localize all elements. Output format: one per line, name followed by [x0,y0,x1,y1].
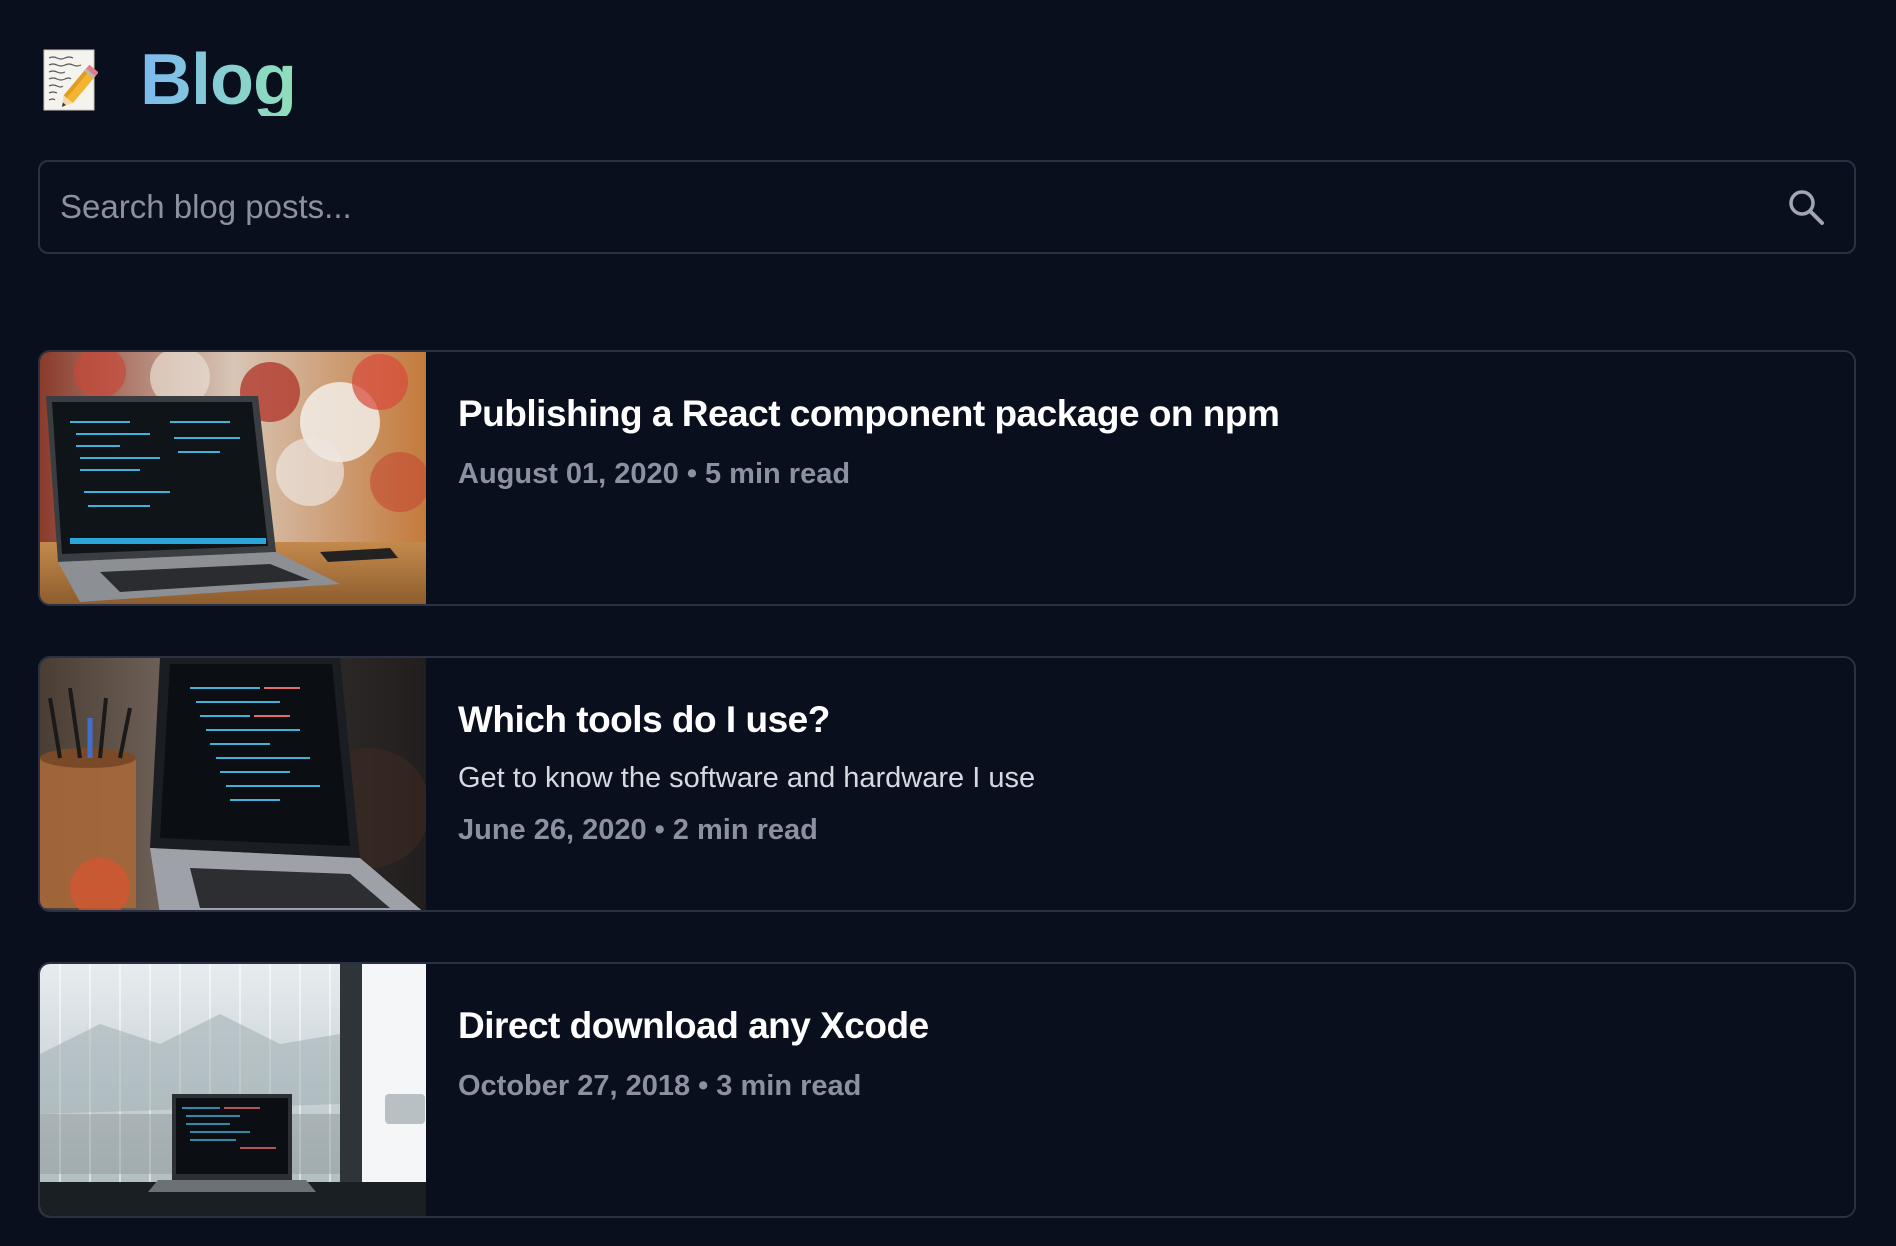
post-meta: October 27, 2018 • 3 min read [458,1068,929,1106]
post-meta: June 26, 2020 • 2 min read [458,812,1035,850]
post-title[interactable]: Direct download any Xcode [458,1004,929,1048]
post-thumbnail [40,658,426,910]
search-input[interactable] [40,162,1784,252]
post-title[interactable]: Publishing a React component package on … [458,392,1280,436]
post-thumbnail [40,964,426,1216]
post-content: Direct download any Xcode October 27, 20… [426,964,929,1216]
page-title: Blog [140,40,297,120]
separator-dot: • [686,458,697,491]
post-title[interactable]: Which tools do I use? [458,698,1035,742]
post-read-time: 3 min read [716,1070,862,1103]
post-card[interactable]: Which tools do I use? Get to know the so… [38,656,1856,912]
post-card[interactable]: Direct download any Xcode October 27, 20… [38,962,1856,1218]
post-date: August 01, 2020 [458,458,679,491]
separator-dot: • [698,1070,709,1103]
post-card[interactable]: Publishing a React component package on … [38,350,1856,606]
separator-dot: • [654,814,665,847]
post-read-time: 2 min read [672,814,818,847]
post-description: Get to know the software and hardware I … [458,762,1036,795]
post-read-time: 5 min read [704,458,851,491]
blog-page: Blog Search blog posts... Publishing a R… [0,0,1896,1246]
post-thumbnail [40,352,426,604]
memo-icon [42,48,98,112]
post-content: Which tools do I use? Get to know the so… [426,658,1035,910]
post-content: Publishing a React component package on … [426,352,1280,604]
post-date: June 26, 2020 [458,814,647,847]
post-date: October 27, 2018 [458,1070,691,1103]
search-icon[interactable] [1784,185,1828,229]
post-list: Publishing a React component package on … [38,350,1856,1246]
post-meta: August 01, 2020 • 5 min read [458,456,1279,494]
page-header: Blog [42,40,297,120]
search-bar [38,160,1856,254]
